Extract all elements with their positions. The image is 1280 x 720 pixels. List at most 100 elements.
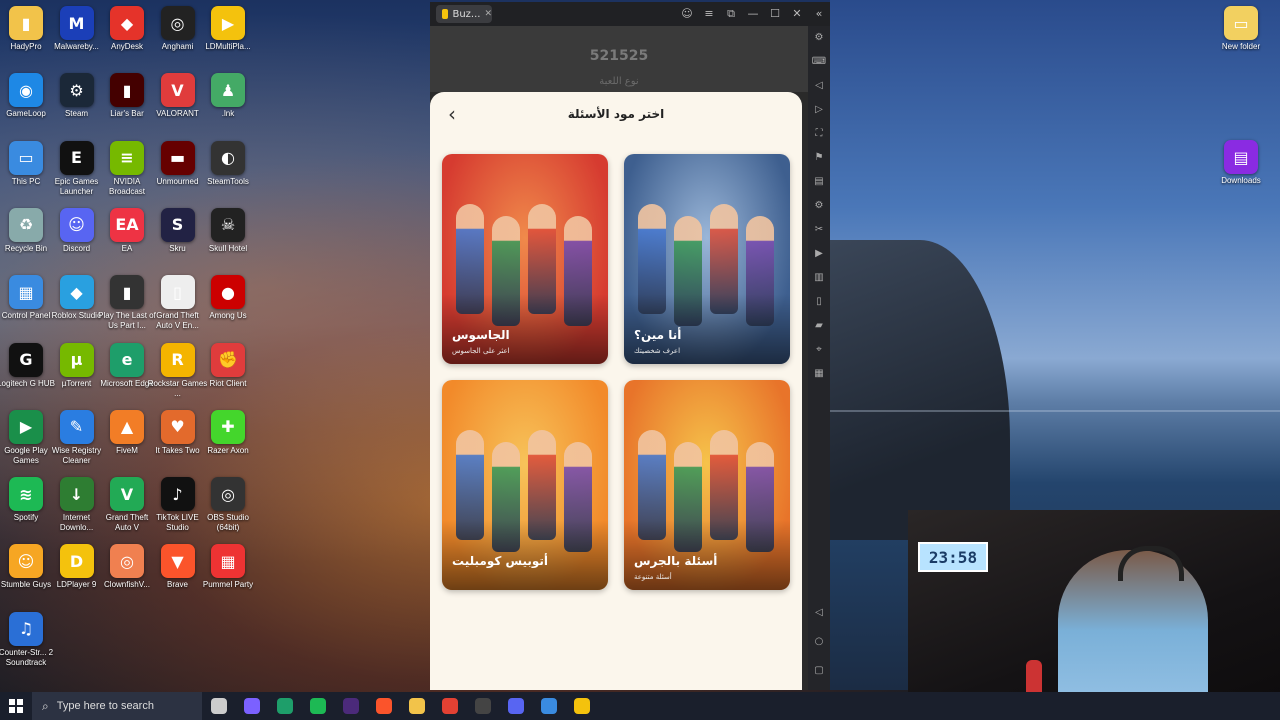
window-control-icon[interactable]: «	[808, 7, 830, 21]
explorer-icon	[408, 698, 425, 714]
emulator-sidebar: ⚙ ⌨ ◁ ▷ ⛶ ⚑ ▤ ⚙ ✂ ▶ ▥ ▯ ▰ ⌖ ▦ ◁ ○ ▢	[808, 26, 830, 690]
taskbar: ⌕ Type here to search	[0, 692, 1280, 720]
mode-card[interactable]: الجاسوس اعثر على الجاسوس	[442, 154, 608, 364]
recents-icon[interactable]: ▢	[808, 656, 830, 685]
desktop-icon-label: Pummel Party	[202, 580, 254, 590]
mode-card[interactable]: أنا مين؟ اعرف شخصيتك	[624, 154, 790, 364]
window-control-icon[interactable]: —	[742, 7, 764, 21]
app-icon: ◐	[211, 140, 245, 175]
app-icon: ▲	[110, 409, 144, 444]
background-app-header: 521525 نوع اللعبة	[430, 26, 808, 92]
sidebar-tool-icon[interactable]: ▦	[808, 362, 830, 386]
desktop-icon[interactable]: ▶ LDMultiPla...	[198, 6, 258, 52]
app-icon: ◎	[211, 477, 245, 512]
window-control-icon[interactable]: ⧉	[720, 7, 742, 21]
desktop-icon-label: Skull Hotel	[208, 243, 248, 253]
spotify-icon	[309, 698, 326, 714]
sidebar-tool-icon[interactable]: ⚙	[808, 26, 830, 50]
taskbar-copilot-icon[interactable]	[235, 692, 268, 720]
desktop-icon[interactable]: ▭ New folder	[1211, 6, 1271, 52]
app-icon: ≡	[110, 140, 144, 175]
desktop-icon-label: Razer Axon	[207, 445, 249, 455]
desktop-icon-label: Counter-Str... 2 Soundtrack	[0, 647, 54, 667]
window-control-icon[interactable]: ☐	[764, 7, 786, 21]
desktop-icon[interactable]: ◐ SteamTools	[198, 140, 258, 187]
task-view-icon	[210, 698, 227, 714]
emulator-titlebar: Buz... ✕ ☺ ≡ ⧉ — ☐ ✕ «	[430, 2, 830, 26]
taskbar-ldplayer-icon[interactable]	[565, 692, 598, 720]
desktop-icon[interactable]: ♟ .lnk	[198, 73, 258, 119]
app-icon: ◉	[9, 73, 43, 108]
chrome-icon	[441, 698, 458, 714]
window-control-icon[interactable]: ≡	[698, 7, 720, 21]
taskbar-brave-icon[interactable]	[367, 692, 400, 720]
home-icon[interactable]: ○	[808, 627, 830, 656]
sidebar-tool-icon[interactable]: ⌖	[808, 338, 830, 362]
app-icon: ▮	[110, 73, 144, 108]
taskbar-explorer-icon[interactable]	[400, 692, 433, 720]
desktop-icon-label: SteamTools	[207, 176, 249, 186]
mode-card[interactable]: أسئلة بالجرس أسئلة متنوعة	[624, 380, 790, 590]
sidebar-tool-icon[interactable]: ◁	[808, 74, 830, 98]
app-icon: ♪	[160, 477, 195, 512]
app-icon: ▶	[9, 409, 43, 444]
desktop-icon[interactable]: ☠ Skull Hotel	[198, 207, 258, 254]
taskbar-obs-icon[interactable]	[466, 692, 499, 720]
desktop-icon[interactable]: ▤ Downloads	[1211, 140, 1271, 186]
app-icon: ✊	[211, 342, 245, 377]
sidebar-tool-icon[interactable]: ▰	[808, 314, 830, 338]
brave-icon	[375, 698, 392, 714]
sidebar-tool-icon[interactable]: ⛶	[808, 122, 830, 146]
window-controls: ☺ ≡ ⧉ — ☐ ✕ «	[676, 7, 830, 21]
sidebar-tool-icon[interactable]: ▤	[808, 170, 830, 194]
app-icon: ☺	[59, 207, 94, 242]
back-icon[interactable]: ◁	[808, 598, 830, 627]
mode-subtitle: اعرف شخصيتك	[634, 347, 681, 355]
question-mode-sheet: ‹ اختر مود الأسئلة الجاسوس اعثر على الجاس…	[430, 92, 802, 690]
sidebar-tool-icon[interactable]: ⌨	[808, 50, 830, 74]
mode-title: الجاسوس	[452, 328, 510, 342]
emulator-tab[interactable]: Buz... ✕	[436, 5, 492, 23]
taskbar-task-view-icon[interactable]	[202, 692, 235, 720]
desktop-icon-label: Among Us	[209, 311, 247, 321]
taskbar-spotify-icon[interactable]	[301, 692, 334, 720]
desktop-icon[interactable]: ● Among Us	[198, 275, 258, 321]
app-icon: ◎	[160, 6, 195, 40]
window-control-icon[interactable]: ☺	[676, 7, 698, 21]
sheet-title: اختر مود الأسئلة	[567, 107, 665, 121]
desktop-icon[interactable]: ◎ OBS Studio (64bit)	[198, 477, 258, 533]
taskbar-premiere-icon[interactable]	[334, 692, 367, 720]
taskbar-chrome-icon[interactable]	[433, 692, 466, 720]
app-icon: ▶	[211, 6, 245, 40]
taskbar-discord-icon[interactable]	[499, 692, 532, 720]
desktop-icon[interactable]: ▦ Pummel Party	[198, 544, 258, 590]
sidebar-tool-icon[interactable]: ▶	[808, 242, 830, 266]
sidebar-tool-icon[interactable]: ✂	[808, 218, 830, 242]
app-icon: E	[59, 140, 94, 175]
emulator-tab-label: Buz...	[452, 8, 481, 20]
desktop-icon[interactable]: ♫ Counter-Str... 2 Soundtrack	[0, 611, 56, 668]
taskbar-edge-icon[interactable]	[268, 692, 301, 720]
app-icon: ▦	[9, 275, 43, 310]
close-tab-icon[interactable]: ✕	[484, 9, 492, 19]
mode-subtitle: اعثر على الجاسوس	[452, 347, 510, 355]
obs-icon	[474, 698, 491, 714]
sidebar-tool-icon[interactable]: ⚑	[808, 146, 830, 170]
sidebar-tool-icon[interactable]: ⚙	[808, 194, 830, 218]
mode-title: أسئلة بالجرس	[634, 554, 718, 568]
app-icon: D	[59, 544, 94, 579]
edge-icon	[276, 698, 293, 714]
desktop-icon[interactable]: ✊ Riot Client	[198, 342, 258, 389]
taskbar-search[interactable]: ⌕ Type here to search	[32, 692, 202, 720]
start-button[interactable]	[0, 692, 32, 720]
app-icon: ▮	[9, 6, 43, 40]
sidebar-tool-icon[interactable]: ▷	[808, 98, 830, 122]
sidebar-tool-icon[interactable]: ▯	[808, 290, 830, 314]
sidebar-tool-icon[interactable]: ▥	[808, 266, 830, 290]
desktop-icon[interactable]: ✚ Razer Axon	[198, 409, 258, 456]
headphones	[1118, 546, 1184, 581]
app-icon: ♻	[9, 207, 43, 242]
mode-card[interactable]: أتوبيس كومبليت	[442, 380, 608, 590]
window-control-icon[interactable]: ✕	[786, 7, 808, 21]
taskbar-unknown-icon[interactable]	[532, 692, 565, 720]
